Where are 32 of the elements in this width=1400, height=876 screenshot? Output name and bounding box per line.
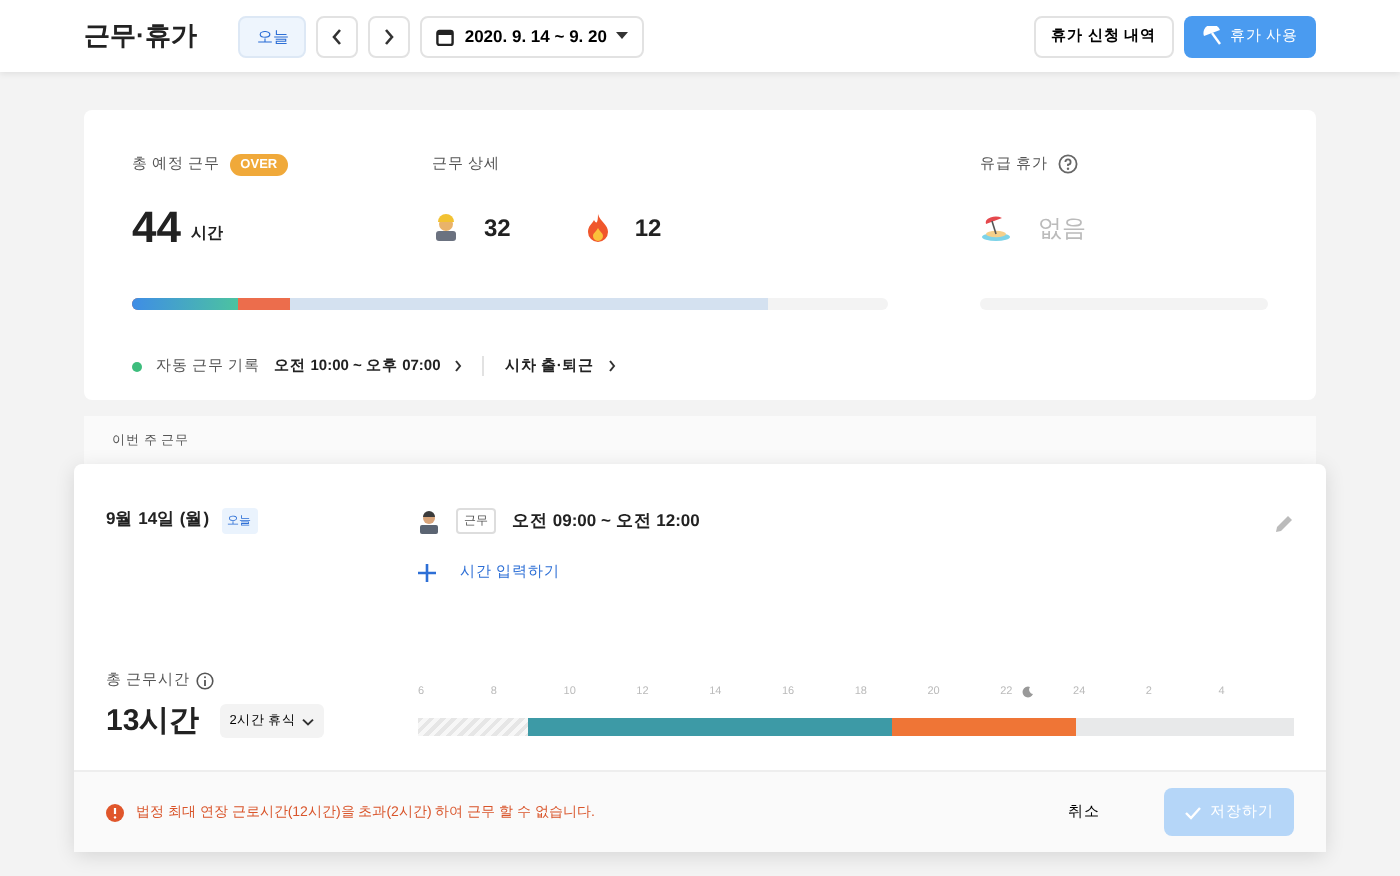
chevron-right-icon: [382, 27, 397, 45]
today-button[interactable]: 오늘: [238, 15, 307, 57]
warning-icon: [106, 803, 124, 822]
worker-icon: [432, 214, 460, 242]
help-icon[interactable]: [1058, 154, 1079, 174]
detail-hours: 32: [484, 214, 511, 242]
moon-icon: [1022, 686, 1034, 698]
detail-hours: 12: [634, 214, 662, 242]
info-icon[interactable]: [196, 671, 215, 689]
chevron-down-icon: [302, 717, 315, 725]
entry-time: 오전 09:00 ~ 오전 12:00: [512, 509, 700, 533]
umbrella-icon: [1201, 26, 1222, 46]
status-dot: [132, 361, 142, 372]
chevron-right-icon: [607, 360, 616, 373]
chevron-right-icon: [454, 360, 463, 373]
fire-icon: [586, 214, 611, 242]
beach-icon: [980, 214, 1012, 242]
hours-unit: 시간: [190, 221, 223, 243]
page-title: 근무·휴가: [84, 18, 197, 54]
day-date: 9월 14일 (월): [106, 508, 210, 532]
calendar-icon: [436, 27, 455, 45]
paid-leave-value: 없음: [1038, 211, 1086, 245]
date-range-picker[interactable]: 2020. 9. 14 ~ 9. 20: [420, 15, 645, 57]
check-icon: [1184, 805, 1202, 820]
previous-button[interactable]: [316, 15, 359, 57]
total-hours: 44: [132, 202, 181, 254]
person-icon: [418, 509, 440, 533]
plus-icon: [418, 563, 436, 581]
next-button[interactable]: [368, 15, 411, 57]
caret-icon: [616, 32, 629, 40]
chevron-left-icon: [330, 27, 345, 45]
total-work-hours: 13시간: [106, 702, 200, 740]
